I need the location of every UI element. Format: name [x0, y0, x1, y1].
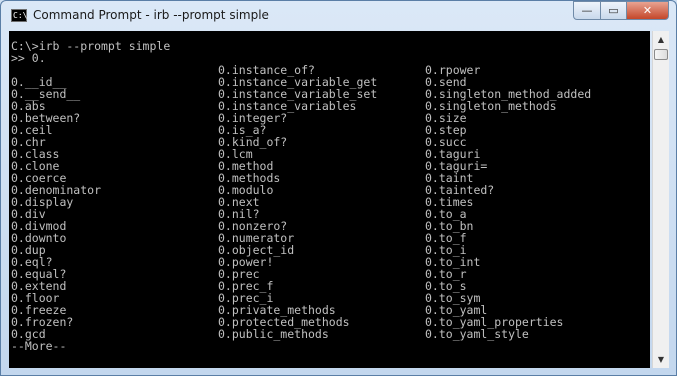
- console-line: 0.ceil 0.is_a? 0.step: [11, 124, 591, 136]
- vertical-scrollbar[interactable]: ▲ ▼: [652, 31, 669, 368]
- console-line: 0.abs 0.instance_variables 0.singleton_met…: [11, 100, 591, 112]
- console-line: 0.equal? 0.prec 0.to_r: [11, 268, 591, 280]
- console-text: C:\>irb --prompt simple >> 0. 0.instance_o…: [11, 40, 591, 352]
- console-cell: 0.to_yaml_style: [425, 327, 529, 341]
- console-line: 0.between? 0.integer? 0.size: [11, 112, 591, 124]
- window-title: Command Prompt - irb --prompt simple: [33, 8, 269, 22]
- console-line: 0.chr 0.kind_of? 0.succ: [11, 136, 591, 148]
- scroll-down-button[interactable]: ▼: [653, 351, 669, 368]
- arrow-down-icon: ▼: [657, 355, 665, 364]
- cmd-icon[interactable]: C:\: [11, 9, 27, 22]
- console-output[interactable]: C:\>irb --prompt simple >> 0. 0.instance_o…: [9, 31, 650, 368]
- console-line: 0.dup 0.object_id 0.to_i: [11, 244, 591, 256]
- scroll-thumb[interactable]: [654, 49, 668, 60]
- maximize-button[interactable]: ▭: [600, 1, 627, 20]
- console-cell: 0.public_methods: [218, 327, 329, 341]
- minimize-icon: —: [581, 4, 593, 17]
- console-cell: >> 0.: [11, 51, 46, 65]
- console-line: 0.eql? 0.power! 0.to_int: [11, 256, 591, 268]
- console-line: 0.extend 0.prec_f 0.to_s: [11, 280, 591, 292]
- arrow-up-icon: ▲: [657, 35, 665, 44]
- console-line: 0.downto 0.numerator 0.to_f: [11, 232, 591, 244]
- console-line: 0.denominator 0.modulo 0.tainted?: [11, 184, 591, 196]
- title-bar[interactable]: C:\ Command Prompt - irb --prompt simple…: [1, 1, 676, 31]
- console-line: --More--: [11, 340, 591, 352]
- close-icon: ✕: [642, 4, 653, 17]
- console-line: 0.clone 0.method 0.taguri=: [11, 160, 591, 172]
- console-line: 0.gcd 0.public_methods 0.to_yaml_style: [11, 328, 591, 340]
- maximize-icon: ▭: [608, 4, 619, 17]
- console-line: C:\>irb --prompt simple: [11, 40, 591, 52]
- console-line: 0.div 0.nil? 0.to_a: [11, 208, 591, 220]
- command-prompt-window: C:\ Command Prompt - irb --prompt simple…: [0, 0, 677, 376]
- console-line: 0.class 0.lcm 0.taguri: [11, 148, 591, 160]
- console-line: 0.divmod 0.nonzero? 0.to_bn: [11, 220, 591, 232]
- console-cell: --More--: [11, 339, 67, 353]
- minimize-button[interactable]: —: [573, 1, 601, 20]
- scroll-up-button[interactable]: ▲: [653, 31, 669, 48]
- console-line: 0.display 0.next 0.times: [11, 196, 591, 208]
- close-button[interactable]: ✕: [626, 1, 669, 20]
